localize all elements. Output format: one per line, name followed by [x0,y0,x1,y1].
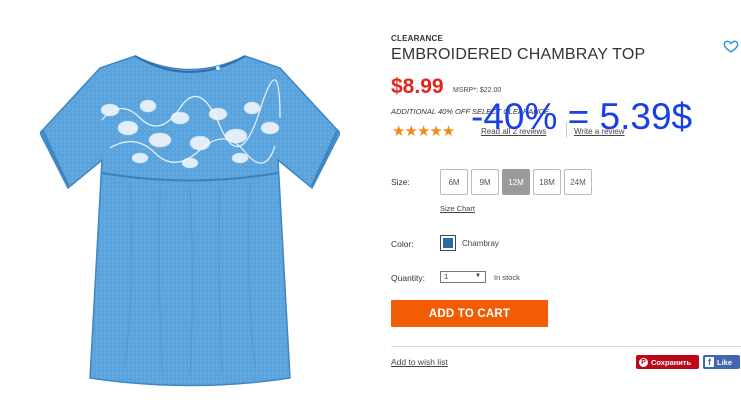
pinterest-icon: P [639,357,648,367]
msrp-price: MSRP*: $22.00 [453,87,502,94]
product-title: EMBROIDERED CHAMBRAY TOP [391,46,646,63]
add-to-cart-button[interactable]: ADD TO CART [391,300,548,327]
color-label: Color: [391,239,414,249]
sale-price: $8.99 [391,75,444,98]
discount-annotation: -40% = 5.39$ [471,96,693,137]
rating-stars: ★★★★★ [392,123,455,140]
product-image[interactable] [40,48,340,408]
chevron-down-icon[interactable]: ▼ [475,273,481,279]
add-to-wishlist-link[interactable]: Add to wish list [391,357,448,367]
heart-outline-icon[interactable] [723,38,739,54]
pinterest-save-button[interactable]: P Сохранить [636,355,699,369]
size-option-24m[interactable]: 24M [564,169,592,195]
facebook-like-button[interactable]: f Like [703,355,740,369]
color-name: Chambray [462,239,499,248]
clearance-badge: CLEARANCE [391,34,444,43]
quantity-label: Quantity: [391,273,426,283]
size-option-6m[interactable]: 6M [440,169,468,195]
size-label: Size: [391,177,410,187]
size-option-18m[interactable]: 18M [533,169,561,195]
size-chart-link[interactable]: Size Chart [440,204,475,213]
color-swatch-chambray[interactable] [440,235,456,251]
pinterest-label: Сохранить [651,357,692,367]
facebook-icon: f [705,357,714,367]
size-option-9m[interactable]: 9M [471,169,499,195]
size-option-12m[interactable]: 12M [502,169,530,195]
section-divider [391,346,741,347]
facebook-label: Like [717,357,733,367]
stock-status: In stock [494,273,520,282]
